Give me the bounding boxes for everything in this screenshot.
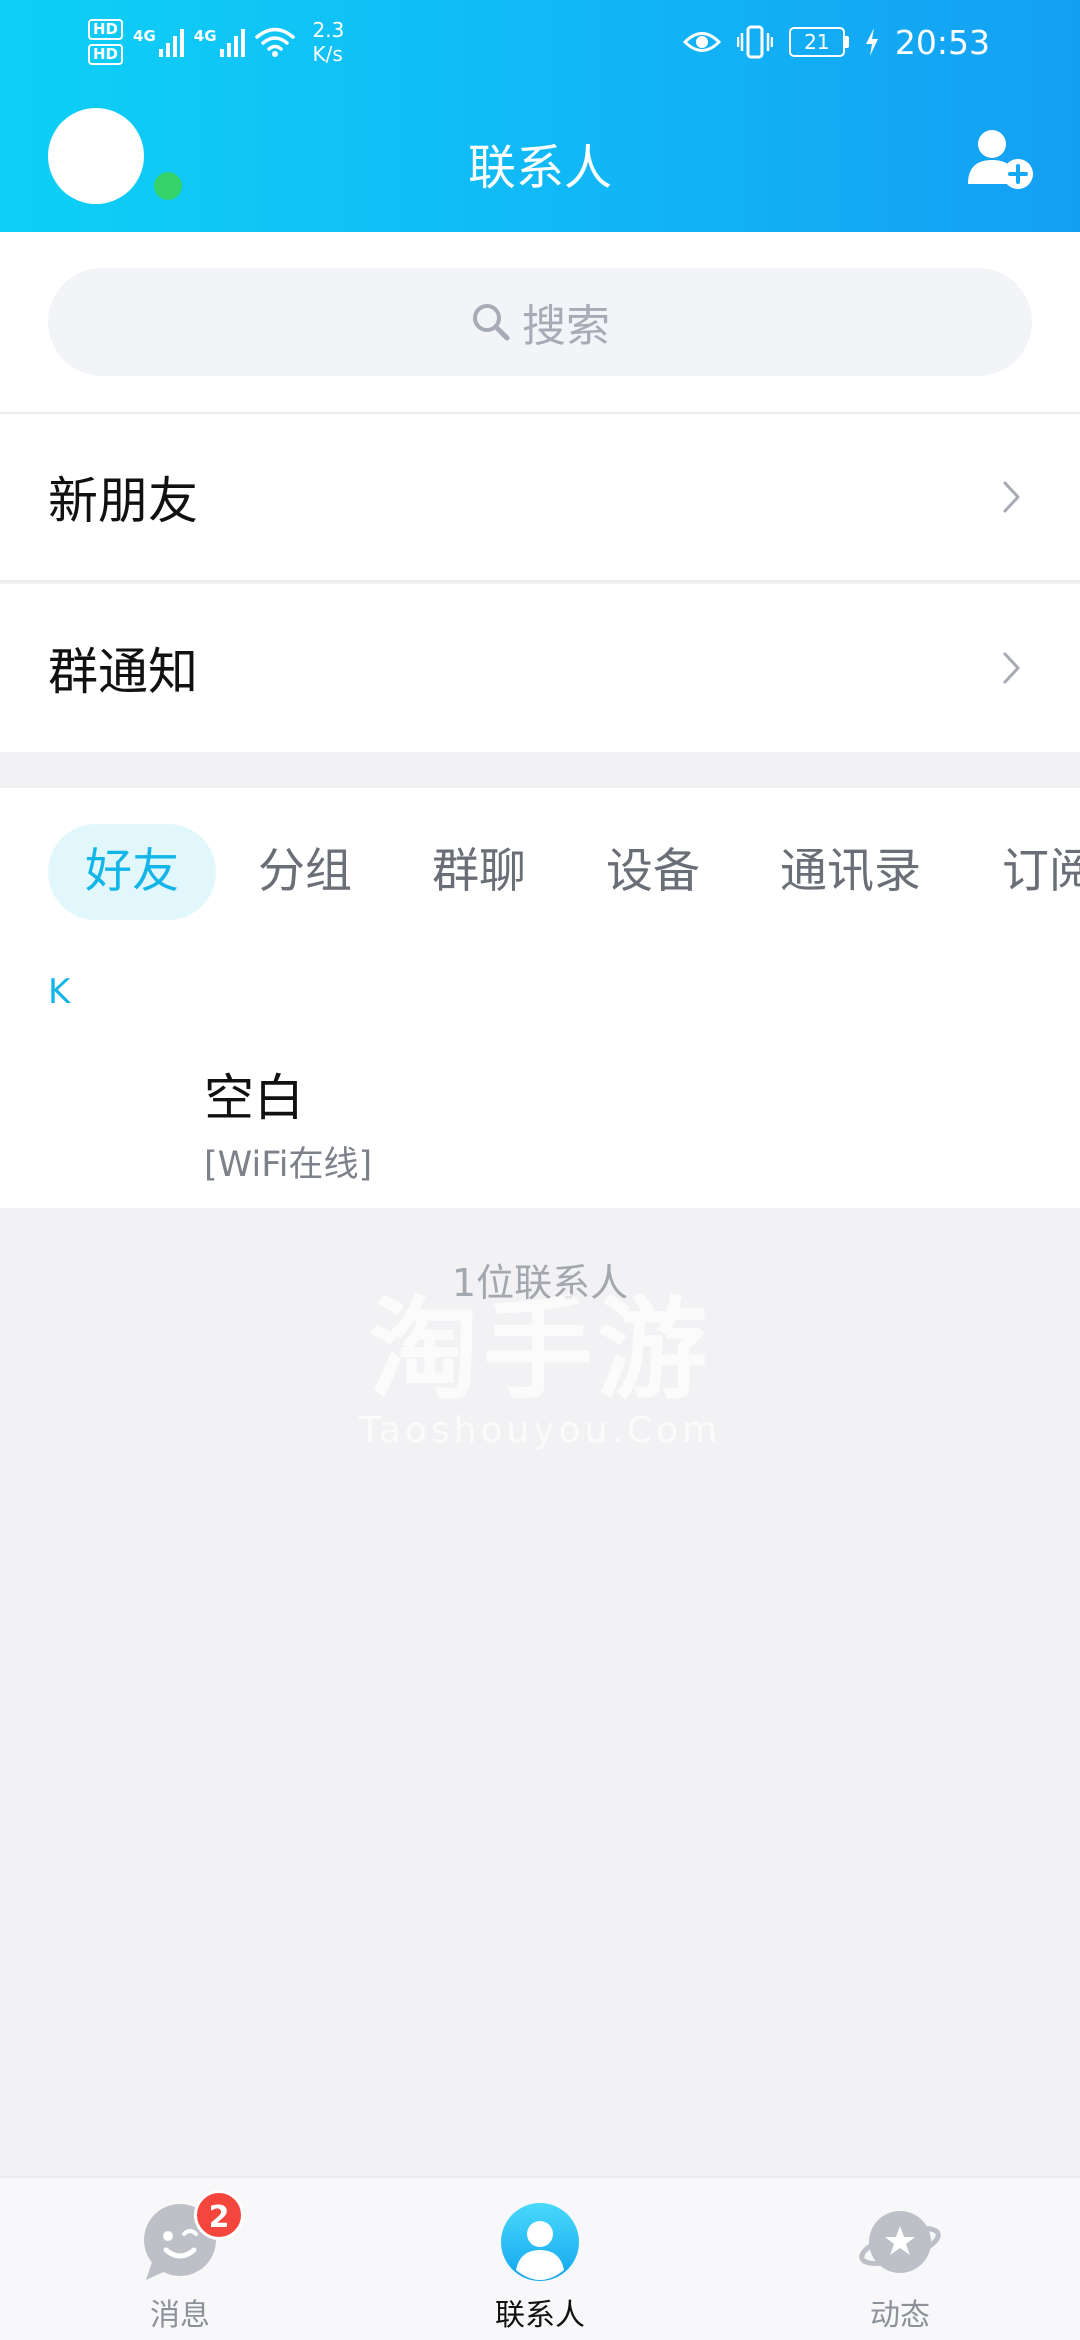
tab-address-book[interactable]: 通讯录 [780,824,921,920]
search-icon [473,304,510,341]
contact-tabs: 好友 分组 群聊 设备 通讯录 订阅 [0,824,1080,920]
bottom-nav: 2 消息 联系人 动态 [0,2176,1080,2340]
charging-icon [865,28,878,56]
nav-label: 联系人 [495,2298,585,2333]
group-notice-label: 群通知 [48,643,198,701]
tab-devices[interactable]: 设备 [606,824,700,920]
chevron-right-icon [1003,481,1020,513]
contact-status: [WiFi在线] [204,1145,373,1185]
contact-name: 空白 [204,1069,304,1127]
contacts-icon [501,2203,579,2281]
vibrate-icon [736,25,773,59]
battery-icon: 21 [788,27,849,57]
hd-icon: HD [88,19,124,40]
signal-icon: 4G [133,27,184,57]
page-title: 联系人 [467,140,612,196]
section-index-letter: K [48,972,71,1012]
nav-messages[interactable]: 2 消息 [80,2178,280,2340]
nav-contacts[interactable]: 联系人 [440,2178,640,2340]
new-friends-label: 新朋友 [48,472,198,530]
nav-moments[interactable]: 动态 [800,2178,1000,2340]
add-friend-button[interactable] [966,126,1036,192]
tab-subscriptions[interactable]: 订阅 [1002,824,1080,920]
signal-icon: 4G [194,27,245,57]
list-item[interactable]: 空白 [WiFi在线] [0,1028,1080,1208]
tab-group-chats[interactable]: 群聊 [432,824,526,920]
contacts-section: 好友 分组 群聊 设备 通讯录 订阅 K 空白 [WiFi在线] [0,788,1080,1208]
group-notice-row[interactable]: 群通知 [0,584,1080,752]
nav-label: 消息 [150,2298,210,2333]
watermark: 淘手游 Taoshouyou.Com [358,1286,722,1451]
new-friends-row[interactable]: 新朋友 [0,414,1080,582]
status-bar-right: 21 20:53 [682,14,990,70]
header: HD HD 4G 4G 2.3 K/s 21 20:53 联系人 [0,0,1080,232]
chevron-right-icon [1003,652,1020,684]
eye-icon [682,32,721,52]
tab-friends[interactable]: 好友 [48,824,216,920]
search-section: 搜索 [0,232,1080,414]
clock: 20:53 [894,22,990,62]
planet-icon [859,2211,941,2273]
status-bar-left: HD HD 4G 4G 2.3 K/s [88,14,344,70]
add-friend-icon [968,130,1033,189]
nav-label: 动态 [870,2298,930,2333]
wifi-icon [254,27,295,57]
search-placeholder: 搜索 [522,301,610,352]
search-bar[interactable]: 搜索 [48,268,1032,376]
tab-groups[interactable]: 分组 [258,824,352,920]
hd-icon: HD [88,44,124,65]
network-speed: 2.3 K/s [312,18,345,66]
contact-count: 1位联系人 [451,1261,629,1305]
unread-badge: 2 [194,2190,244,2240]
